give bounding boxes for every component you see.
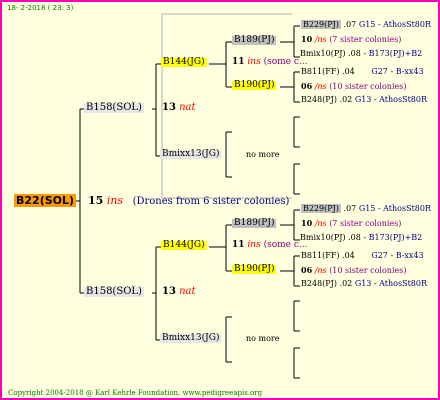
- upper-gm-b-note: no more: [246, 150, 280, 159]
- lower-grandmother-drone-info: 11 ins (some c...: [232, 241, 307, 250]
- lower-leaf-5-num: 06: [301, 265, 313, 275]
- lower-leaf-1-extra: G15 - AthosSt80R: [358, 204, 431, 213]
- lower-leaf-4-id[interactable]: B811(FF): [301, 251, 340, 260]
- upper-gm-drone-count: 11: [232, 57, 245, 67]
- upper-gm-drone-note: (some c...: [263, 57, 308, 67]
- upper-mother-drone-info: 13 nat: [162, 103, 196, 113]
- upper-drone-count: 13: [162, 102, 176, 113]
- upper-leaf-2-num: 10: [301, 34, 313, 44]
- lower-leaf-3-year: .08: [348, 233, 361, 242]
- lower-leaf-3: Bmix10(PJ) .08 - B173(PJ)+B2: [300, 234, 422, 242]
- upper-drone-mark: nat: [179, 102, 196, 113]
- pedigree-frame: 18- 2-2018 ( 23: 3) B22(SOL) 15 ins (Dro…: [0, 0, 440, 400]
- root-queen[interactable]: B22(SOL): [14, 194, 77, 207]
- lower-leaf-6-extra: G13 - AthosSt80R: [354, 279, 427, 288]
- lower-leaf-5-mark: /ns: [314, 266, 327, 275]
- upper-leaf-6-year: .02: [339, 95, 353, 104]
- upper-grandmother-queen[interactable]: B144(JG): [161, 58, 207, 67]
- lower-mother-queen[interactable]: B158(SOL): [84, 287, 144, 297]
- upper-leaf-4-year: .04: [342, 67, 355, 76]
- root-drone-count: 15: [88, 194, 104, 207]
- upper-leaf-3: Bmix10(PJ) .08 - B173(PJ)+B2: [300, 50, 422, 58]
- lower-leaf-3-extra: - B173(PJ)+B2: [363, 233, 423, 242]
- lower-leaf-4: B811(FF) .04 G27 - B-xx43: [301, 252, 424, 260]
- upper-leaf-5-num: 06: [301, 81, 313, 91]
- upper-leaf-2-note: (7 sister colonies): [329, 35, 402, 44]
- lower-leaf-2: 10 /ns (7 sister colonies): [301, 219, 401, 228]
- lower-gm-drone-count: 11: [232, 240, 245, 250]
- upper-leaf-2: 10 /ns (7 sister colonies): [301, 35, 401, 44]
- upper-leaf-1-extra: G15 - AthosSt80R: [358, 20, 431, 29]
- upper-leaf-6: B248(PJ) .02 G13 - AthosSt80R: [301, 96, 427, 104]
- upper-leaf-6-id[interactable]: B248(PJ): [301, 95, 337, 104]
- lower-leaf-2-note: (7 sister colonies): [329, 219, 402, 228]
- upper-ggq-2[interactable]: B190(PJ): [232, 81, 277, 90]
- lower-grandmother-queen[interactable]: B144(JG): [161, 241, 207, 250]
- date-stamp: 18- 2-2018 ( 23: 3): [7, 4, 74, 12]
- upper-leaf-3-year: .08: [348, 49, 361, 58]
- lower-leaf-5: 06 /ns (10 sister colonies): [301, 266, 406, 275]
- lower-leaf-6-year: .02: [339, 279, 353, 288]
- root-drone-mark: ins: [106, 194, 124, 207]
- lower-leaf-2-num: 10: [301, 218, 313, 228]
- upper-leaf-5: 06 /ns (10 sister colonies): [301, 82, 406, 91]
- lower-leaf-4-extra: G27 - B-xx43: [371, 251, 424, 260]
- lower-gm-drone-mark: ins: [247, 240, 261, 250]
- upper-leaf-5-mark: /ns: [314, 82, 327, 91]
- root-drone-note: (Drones from 6 sister colonies): [132, 196, 290, 207]
- upper-grandmother-drone-info: 11 ins (some c...: [232, 58, 307, 67]
- upper-ggq-1[interactable]: B189(PJ): [232, 36, 277, 45]
- lower-drone-mark: nat: [179, 286, 196, 297]
- upper-leaf-3-id[interactable]: Bmix10(PJ): [300, 49, 346, 58]
- root-drone-info: 15 ins (Drones from 6 sister colonies): [88, 195, 289, 207]
- footer-copyright: Copyright 2004-2018 @ Karl Kehrle Founda…: [8, 389, 263, 397]
- lower-ggq-2[interactable]: B190(PJ): [232, 265, 277, 274]
- lower-leaf-6-id[interactable]: B248(PJ): [301, 279, 337, 288]
- upper-leaf-1-year: .07: [343, 20, 357, 29]
- upper-leaf-3-extra: - B173(PJ)+B2: [363, 49, 423, 58]
- upper-leaf-1-id[interactable]: B229(PJ): [301, 20, 341, 29]
- upper-leaf-1: B229(PJ) .07 G15 - AthosSt80R: [301, 20, 431, 29]
- lower-ggq-1[interactable]: B189(PJ): [232, 219, 277, 228]
- lower-gm-b-note: no more: [246, 334, 280, 343]
- lower-leaf-1-id[interactable]: B229(PJ): [301, 204, 341, 213]
- lower-grandmother-queen-b[interactable]: Bmixx13(JG): [160, 334, 222, 343]
- lower-leaf-1-year: .07: [343, 204, 357, 213]
- upper-grandmother-queen-b[interactable]: Bmixx13(JG): [160, 150, 222, 159]
- upper-leaf-5-note: (10 sister colonies): [329, 82, 407, 91]
- upper-leaf-4-extra: G27 - B-xx43: [371, 67, 424, 76]
- upper-leaf-4: B811(FF) .04 G27 - B-xx43: [301, 68, 424, 76]
- upper-leaf-6-extra: G13 - AthosSt80R: [354, 95, 427, 104]
- lower-leaf-2-mark: /ns: [314, 219, 327, 228]
- upper-mother-queen[interactable]: B158(SOL): [84, 103, 144, 113]
- lower-leaf-3-id[interactable]: Bmix10(PJ): [300, 233, 346, 242]
- lower-mother-drone-info: 13 nat: [162, 287, 196, 297]
- lower-leaf-5-note: (10 sister colonies): [329, 266, 407, 275]
- upper-leaf-2-mark: /ns: [314, 35, 327, 44]
- lower-leaf-1: B229(PJ) .07 G15 - AthosSt80R: [301, 204, 431, 213]
- lower-leaf-6: B248(PJ) .02 G13 - AthosSt80R: [301, 280, 427, 288]
- upper-gm-drone-mark: ins: [247, 57, 261, 67]
- upper-leaf-4-id[interactable]: B811(FF): [301, 67, 340, 76]
- lower-drone-count: 13: [162, 286, 176, 297]
- lower-leaf-4-year: .04: [342, 251, 355, 260]
